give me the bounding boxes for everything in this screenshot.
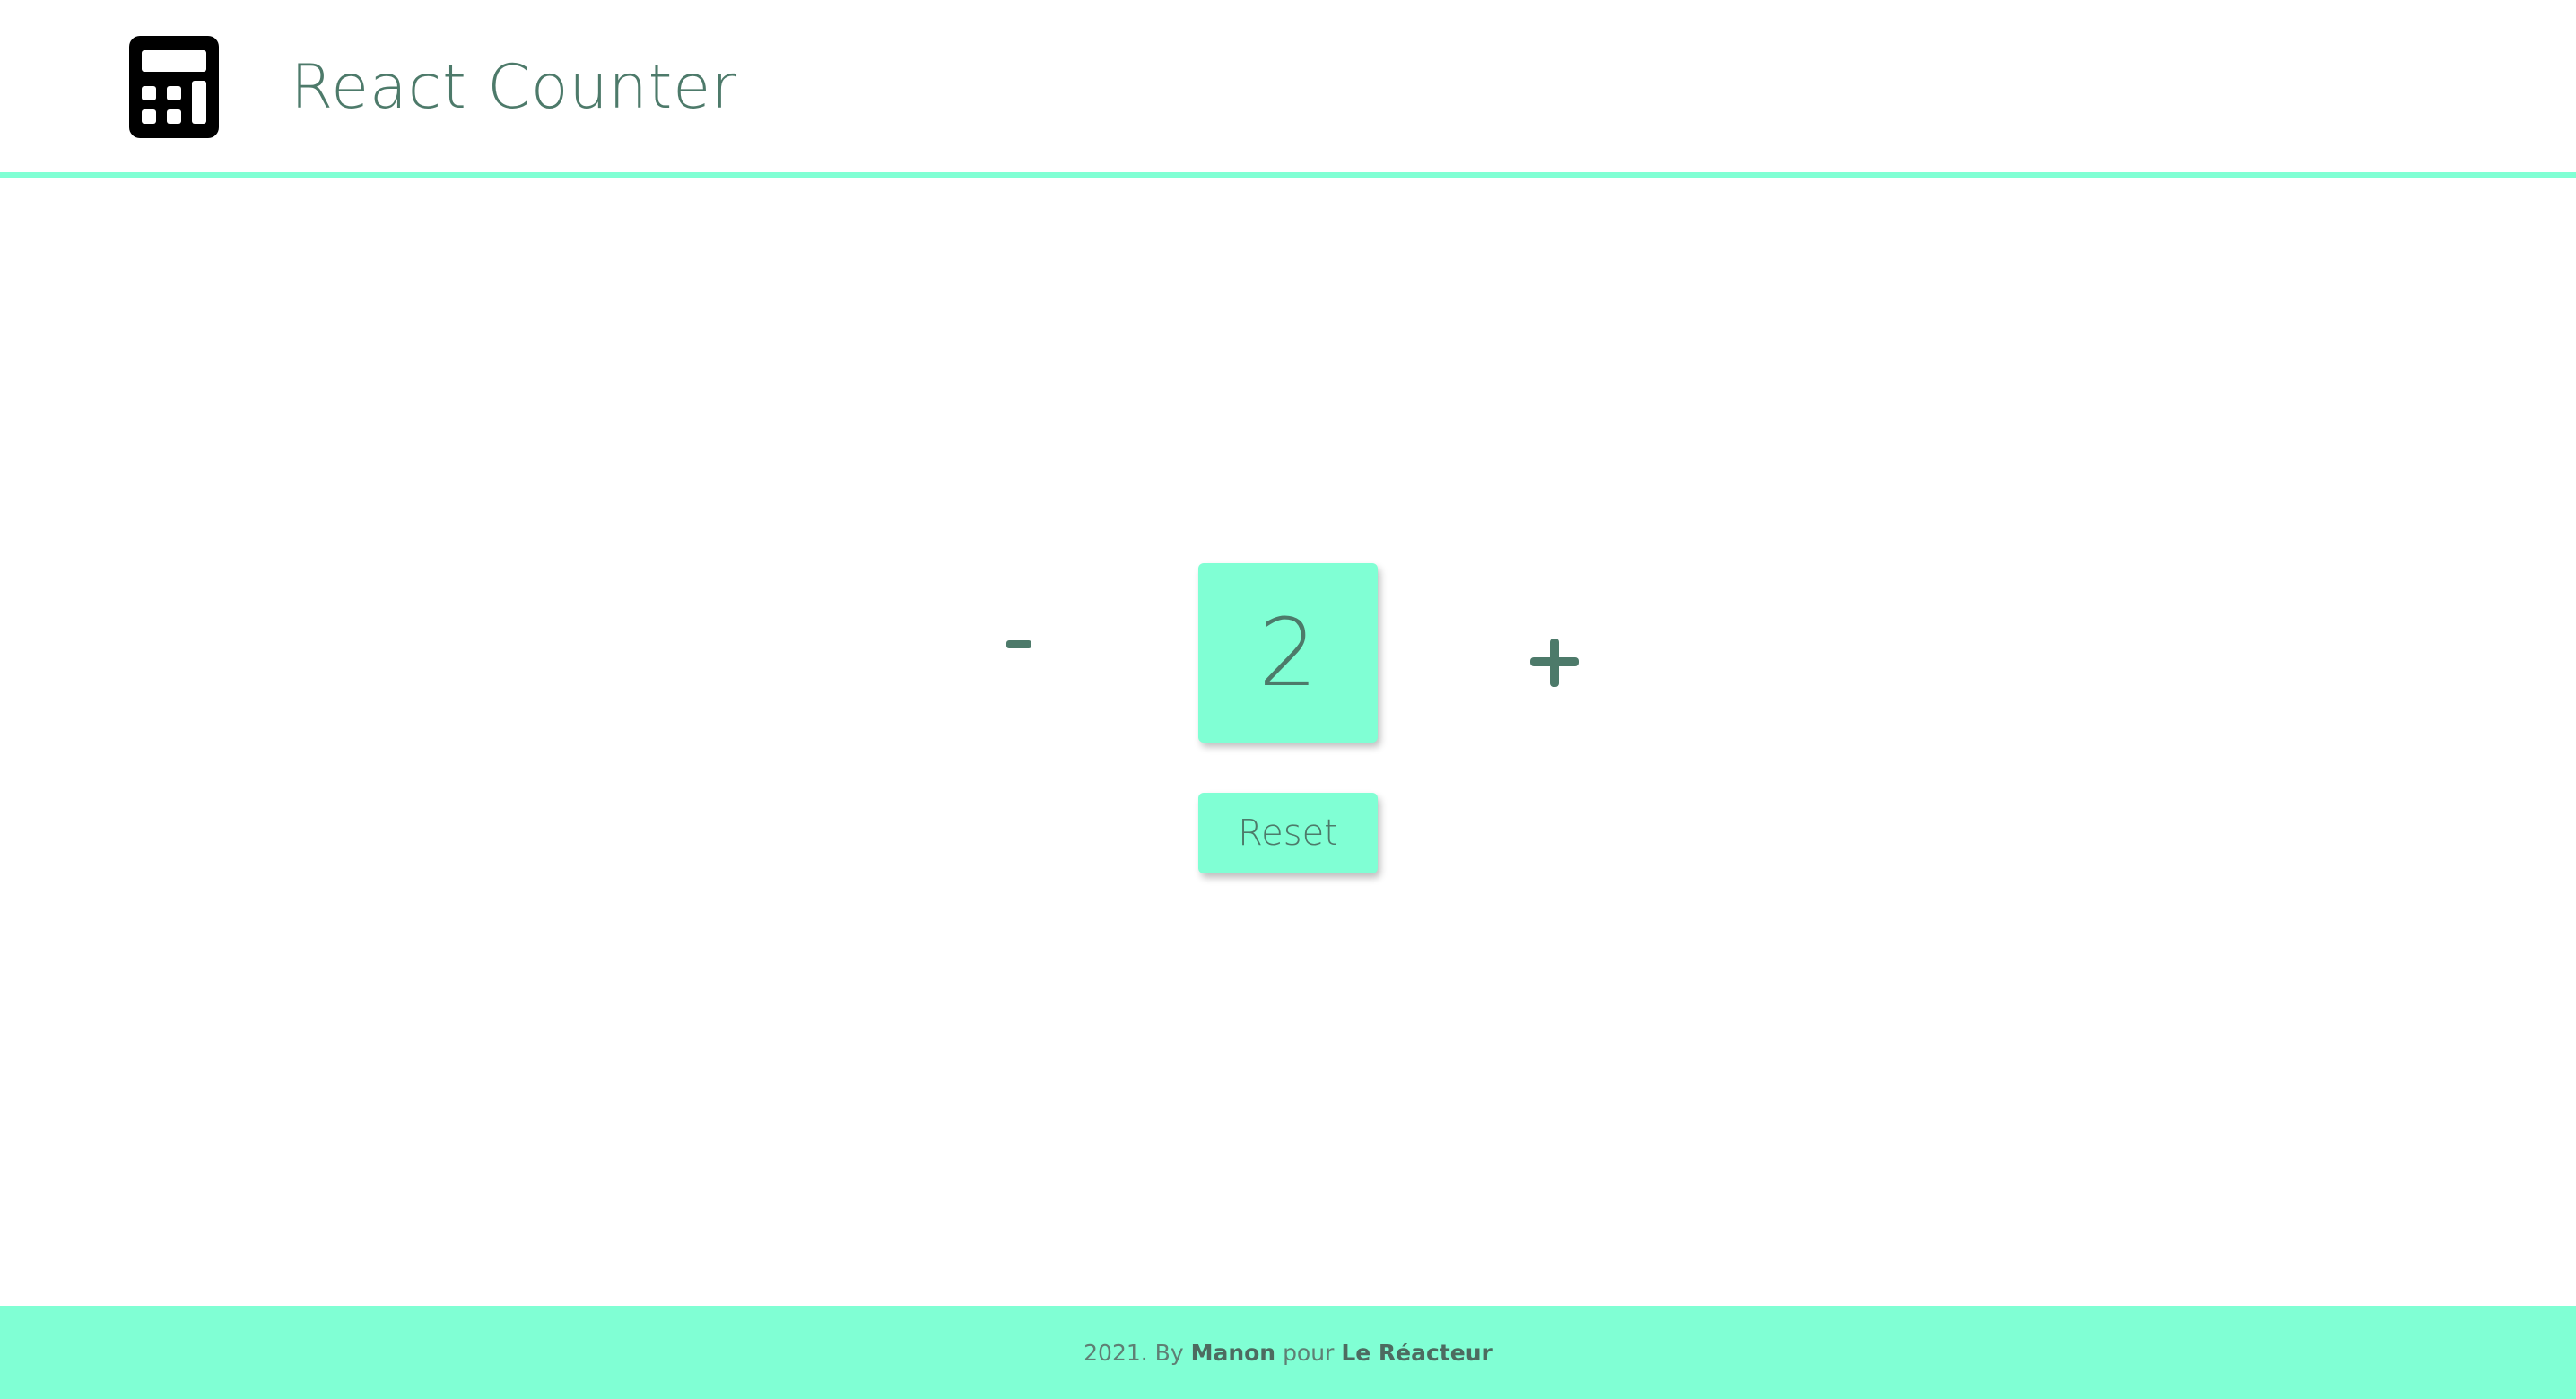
decrement-button[interactable]: - (990, 619, 1048, 673)
footer-year-text: 2021. By (1083, 1339, 1184, 1366)
calculator-icon (129, 36, 219, 138)
increment-button[interactable]: + (1530, 639, 1579, 687)
footer-author: Manon (1190, 1339, 1276, 1366)
counter-value: 2 (1198, 563, 1378, 743)
minus-icon (1006, 640, 1031, 648)
app-footer: 2021. By Manon pour Le Réacteur (0, 1306, 2576, 1399)
footer-organization: Le Réacteur (1341, 1339, 1493, 1366)
page: React Counter - 2 + Reset 2021. By Manon… (0, 0, 2576, 1399)
app-header: React Counter (0, 0, 2576, 178)
footer-connector: pour (1283, 1339, 1335, 1366)
reset-button[interactable]: Reset (1198, 793, 1378, 873)
page-title: React Counter (291, 52, 738, 123)
